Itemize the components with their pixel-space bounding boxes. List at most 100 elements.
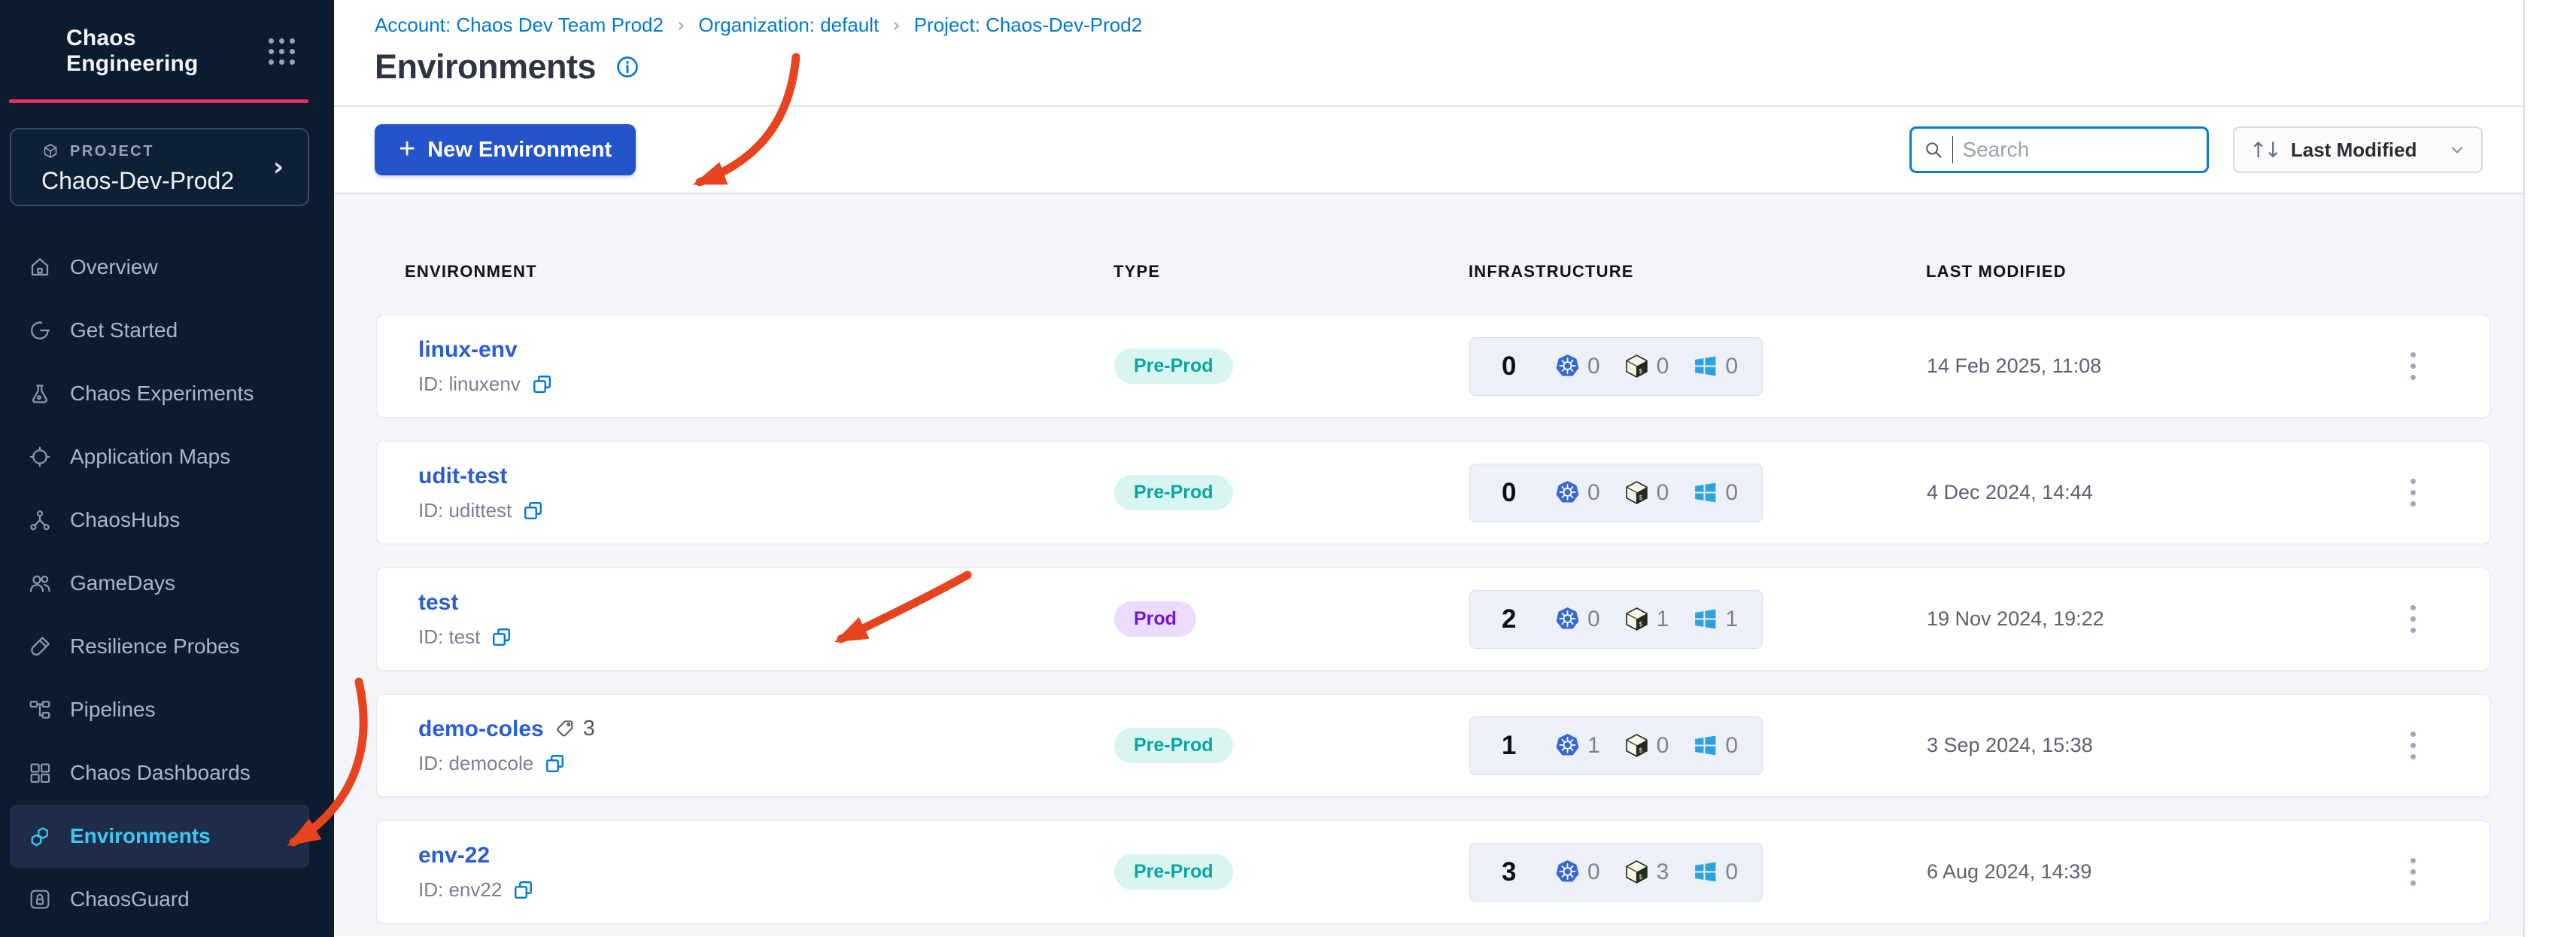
type-badge: Prod bbox=[1114, 601, 1196, 637]
environment-name-link[interactable]: udit-test bbox=[418, 464, 507, 489]
kubernetes-icon bbox=[1555, 859, 1580, 884]
environment-name-link[interactable]: test bbox=[418, 590, 458, 616]
environment-name-link[interactable]: demo-coles bbox=[418, 716, 544, 742]
copy-icon[interactable] bbox=[512, 879, 534, 901]
project-selector[interactable]: PROJECT Chaos-Dev-Prod2 › bbox=[10, 128, 309, 206]
page-header: Account: Chaos Dev Team Prod2 › Organiza… bbox=[334, 0, 2523, 107]
windows-icon bbox=[1693, 859, 1718, 884]
sidebar-item-chaoshubs[interactable]: ChaosHubs bbox=[10, 488, 309, 552]
sidebar-nav: Overview Get Started Chaos Experiments A… bbox=[0, 236, 334, 931]
sort-arrows-icon: ↑↓ bbox=[2249, 137, 2282, 163]
environments-list: ENVIRONMENT TYPE INFRASTRUCTURE LAST MOD… bbox=[334, 194, 2523, 935]
copy-icon[interactable] bbox=[544, 753, 566, 774]
last-modified-date: 14 Feb 2025, 11:08 bbox=[1927, 354, 2102, 377]
windows-icon bbox=[1693, 354, 1718, 379]
new-environment-button[interactable]: + New Environment bbox=[375, 124, 636, 175]
module-title: Chaos Engineering bbox=[66, 26, 199, 76]
kebab-menu-icon[interactable] bbox=[2406, 601, 2420, 637]
column-header-environment: ENVIRONMENT bbox=[405, 262, 537, 281]
infra-total-count: 1 bbox=[1502, 730, 1517, 760]
infra-total-count: 0 bbox=[1502, 351, 1517, 381]
sidebar-item-application-maps[interactable]: Application Maps bbox=[10, 425, 309, 488]
infra-total-count: 2 bbox=[1502, 604, 1517, 634]
search-box bbox=[1909, 126, 2209, 173]
sidebar-item-environments[interactable]: Environments bbox=[10, 805, 309, 868]
chaos-engineering-logo-icon bbox=[14, 31, 48, 71]
kebab-menu-icon[interactable] bbox=[2406, 727, 2420, 764]
breadcrumb-project-link[interactable]: Project: Chaos-Dev-Prod2 bbox=[914, 14, 1142, 37]
table-row[interactable]: env-22 ID: env22 Pre-Prod 3 0 3 0 6 Aug … bbox=[376, 820, 2490, 923]
cube-icon bbox=[41, 142, 59, 160]
breadcrumb-org-link[interactable]: Organization: default bbox=[698, 14, 879, 37]
chevron-right-icon: › bbox=[272, 152, 284, 182]
last-modified-date: 3 Sep 2024, 15:38 bbox=[1927, 734, 2093, 756]
target-icon bbox=[28, 445, 52, 469]
breadcrumb-account-link[interactable]: Account: Chaos Dev Team Prod2 bbox=[375, 14, 664, 37]
table-row[interactable]: linux-env ID: linuxenv Pre-Prod 0 0 0 0 … bbox=[376, 315, 2490, 418]
hexagons-icon bbox=[28, 824, 52, 848]
breadcrumb-separator: › bbox=[892, 14, 901, 37]
dashboards-icon bbox=[28, 761, 52, 785]
copy-icon[interactable] bbox=[522, 500, 544, 522]
infrastructure-summary: 3 0 3 0 bbox=[1469, 842, 1763, 902]
sidebar-item-overview[interactable]: Overview bbox=[10, 236, 309, 299]
environment-id: ID: udittest bbox=[418, 498, 512, 522]
pipelines-icon bbox=[28, 698, 52, 722]
home-icon bbox=[28, 255, 52, 279]
kubernetes-icon bbox=[1555, 354, 1580, 379]
breadcrumb: Account: Chaos Dev Team Prod2 › Organiza… bbox=[375, 14, 2523, 37]
lock-icon bbox=[28, 887, 52, 911]
main-area: Account: Chaos Dev Team Prod2 › Organiza… bbox=[334, 0, 2576, 937]
sidebar-item-pipelines[interactable]: Pipelines bbox=[10, 678, 309, 741]
sidebar-item-chaos-experiments[interactable]: Chaos Experiments bbox=[10, 362, 309, 425]
tag-count: 3 bbox=[582, 716, 595, 741]
text-cursor bbox=[1952, 136, 1954, 163]
environment-id: ID: linuxenv bbox=[418, 372, 521, 395]
sidebar-item-chaosguard[interactable]: ChaosGuard bbox=[10, 868, 309, 931]
environment-name-link[interactable]: env-22 bbox=[418, 843, 490, 869]
infrastructure-summary: 0 0 0 0 bbox=[1469, 463, 1763, 522]
project-label: PROJECT bbox=[70, 142, 154, 160]
apps-grid-icon[interactable] bbox=[269, 38, 295, 65]
search-input[interactable] bbox=[1962, 138, 2195, 162]
table-header-row: ENVIRONMENT TYPE INFRASTRUCTURE LAST MOD… bbox=[376, 262, 2490, 281]
sidebar-item-resilience-probes[interactable]: Resilience Probes bbox=[10, 615, 309, 678]
environment-name-link[interactable]: linux-env bbox=[418, 337, 518, 363]
infrastructure-summary: 1 1 0 0 bbox=[1469, 716, 1763, 775]
windows-icon bbox=[1693, 480, 1718, 505]
column-header-infrastructure: INFRASTRUCTURE bbox=[1469, 262, 1634, 281]
tag-icon bbox=[554, 718, 577, 741]
type-badge: Pre-Prod bbox=[1114, 348, 1233, 384]
plus-icon: + bbox=[399, 132, 416, 165]
tags-chip: 3 bbox=[554, 716, 595, 741]
get-started-icon bbox=[28, 318, 52, 342]
project-name: Chaos-Dev-Prod2 bbox=[41, 167, 235, 194]
kebab-menu-icon[interactable] bbox=[2406, 474, 2420, 511]
infrastructure-summary: 0 0 0 0 bbox=[1469, 336, 1763, 396]
sort-dropdown[interactable]: ↑↓ Last Modified bbox=[2233, 126, 2483, 173]
copy-icon[interactable] bbox=[491, 626, 512, 648]
table-row[interactable]: demo-coles 3 ID: democole Pre-Prod 1 1 0… bbox=[376, 694, 2490, 797]
last-modified-date: 4 Dec 2024, 14:44 bbox=[1927, 481, 2093, 503]
flask-icon bbox=[28, 382, 52, 406]
infra-total-count: 3 bbox=[1502, 856, 1517, 887]
kebab-menu-icon[interactable] bbox=[2406, 348, 2420, 385]
page-title: Environments bbox=[375, 47, 597, 86]
kubernetes-icon bbox=[1555, 733, 1580, 758]
table-row[interactable]: test ID: test Prod 2 0 1 1 19 Nov 2024, … bbox=[376, 567, 2490, 671]
breadcrumb-separator: › bbox=[676, 14, 685, 37]
brand-accent-divider bbox=[9, 99, 308, 103]
sidebar-item-gamedays[interactable]: GameDays bbox=[10, 552, 309, 615]
kebab-menu-icon[interactable] bbox=[2406, 853, 2420, 890]
linux-host-icon bbox=[1624, 859, 1649, 884]
linux-host-icon bbox=[1624, 480, 1649, 505]
linux-host-icon bbox=[1624, 354, 1649, 379]
sidebar-item-get-started[interactable]: Get Started bbox=[10, 299, 309, 362]
sidebar-item-chaos-dashboards[interactable]: Chaos Dashboards bbox=[10, 741, 309, 805]
table-row[interactable]: udit-test ID: udittest Pre-Prod 0 0 0 0 … bbox=[376, 441, 2490, 544]
infrastructure-summary: 2 0 1 1 bbox=[1469, 589, 1763, 649]
info-icon[interactable] bbox=[615, 55, 639, 79]
infra-total-count: 0 bbox=[1502, 477, 1517, 507]
kubernetes-icon bbox=[1555, 480, 1580, 505]
copy-icon[interactable] bbox=[531, 373, 553, 395]
